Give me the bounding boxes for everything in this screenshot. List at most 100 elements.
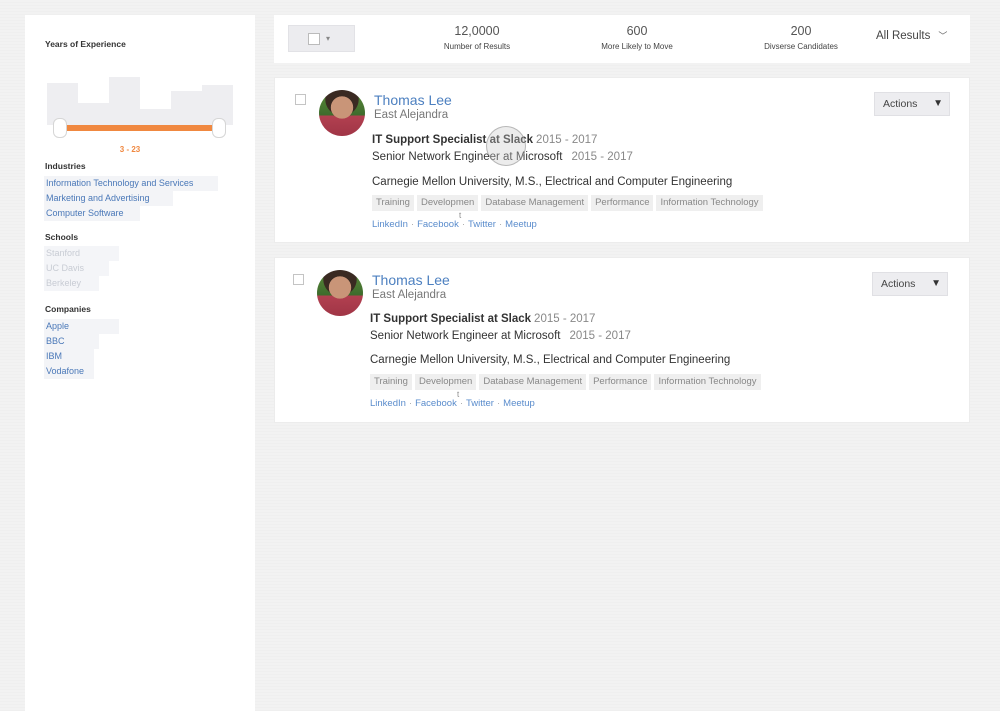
experience-title: Years of Experience xyxy=(45,39,126,49)
results-filter-label: All Results xyxy=(876,30,931,42)
link-facebook[interactable]: Facebook xyxy=(415,398,457,409)
link-twitter[interactable]: Twitter xyxy=(468,219,496,230)
candidate-card: Thomas Lee East Alejandra IT Support Spe… xyxy=(274,77,970,243)
candidate-checkbox[interactable] xyxy=(295,94,306,105)
link-linkedin[interactable]: LinkedIn xyxy=(370,398,406,409)
social-links: LinkedIn · Facebook · Twitter · Meetup xyxy=(370,398,535,409)
link-separator: · xyxy=(459,398,463,409)
companies-list: Apple BBC IBM Vodafone xyxy=(44,319,119,379)
filters-sidebar: Years of Experience 3 - 23 Industries In… xyxy=(25,15,255,711)
link-separator: · xyxy=(496,398,501,409)
skill-tag[interactable]: Developmen xyxy=(414,374,477,390)
avatar[interactable] xyxy=(317,270,363,316)
skill-tag[interactable]: Performance xyxy=(591,195,654,211)
company-item[interactable]: BBC xyxy=(44,334,99,349)
skill-tags: Training Developmen Database Management … xyxy=(370,374,761,390)
candidate-checkbox[interactable] xyxy=(293,274,304,285)
link-meetup[interactable]: Meetup xyxy=(505,219,537,230)
industry-item[interactable]: Marketing and Advertising xyxy=(44,191,173,206)
caret-down-icon: ▾ xyxy=(326,34,331,43)
link-twitter[interactable]: Twitter xyxy=(466,398,494,409)
job-entry: IT Support Specialist at Slack 2015 - 201… xyxy=(370,313,595,325)
school-item[interactable]: Berkeley xyxy=(44,276,99,291)
company-item[interactable]: Apple xyxy=(44,319,119,334)
social-links: LinkedIn · Facebook · Twitter · Meetup xyxy=(372,219,537,230)
stat-value: 200 xyxy=(790,24,812,38)
experience-slider-track[interactable] xyxy=(60,125,220,131)
link-facebook[interactable]: Facebook xyxy=(417,219,459,230)
chevron-down-icon: ﹀ xyxy=(938,31,948,41)
histogram-bar xyxy=(109,77,140,125)
skill-tag[interactable]: Information Technology xyxy=(656,195,763,211)
skill-tag[interactable]: Information Technology xyxy=(654,374,761,390)
slider-max-handle[interactable] xyxy=(212,118,226,138)
school-item[interactable]: UC Davis xyxy=(44,261,109,276)
candidate-education: Carnegie Mellon University, M.S., Electr… xyxy=(370,354,731,366)
candidate-name[interactable]: Thomas Lee xyxy=(374,92,452,108)
job-years: 2015 - 2017 xyxy=(571,151,633,163)
stat-diverse-candidates: 200 Divserse Candidates xyxy=(746,24,856,51)
histogram-bar xyxy=(140,109,171,125)
results-toolbar: ▾ 12,0000 Number of Results 600 More Lik… xyxy=(274,15,970,63)
actions-dropdown[interactable]: Actions ▼ xyxy=(874,92,950,116)
candidate-location: East Alejandra xyxy=(372,289,447,301)
actions-dropdown[interactable]: Actions ▼ xyxy=(872,272,948,296)
histogram-bar xyxy=(171,91,202,125)
histogram-bar xyxy=(78,103,109,125)
stat-label: More Likely to Move xyxy=(601,42,673,51)
skill-tag[interactable]: Training xyxy=(372,195,414,211)
school-item[interactable]: Stanford xyxy=(44,246,119,261)
job-years: 2015 - 2017 xyxy=(569,330,631,342)
job-title: IT Support Specialist at Slack xyxy=(370,313,532,325)
stat-value: 12,0000 xyxy=(454,24,500,38)
triangle-down-icon: ▼ xyxy=(931,278,941,289)
slider-min-handle[interactable] xyxy=(53,118,67,138)
company-item[interactable]: Vodafone xyxy=(44,364,94,379)
link-separator: · xyxy=(410,219,415,230)
link-separator: · xyxy=(498,219,503,230)
link-separator: · xyxy=(408,398,413,409)
industries-list: Information Technology and Services Mark… xyxy=(44,176,218,221)
experience-histogram xyxy=(47,67,233,125)
candidate-education: Carnegie Mellon University, M.S., Electr… xyxy=(372,176,733,188)
industry-item[interactable]: Information Technology and Services xyxy=(44,176,218,191)
select-all-dropdown[interactable]: ▾ xyxy=(288,25,355,52)
job-years: 2015 - 2017 xyxy=(536,134,598,146)
job-years: 2015 - 2017 xyxy=(534,313,596,325)
actions-label: Actions xyxy=(883,98,918,110)
skill-tags: Training Developmen Database Management … xyxy=(372,195,763,211)
candidate-name[interactable]: Thomas Lee xyxy=(372,272,450,288)
triangle-down-icon: ▼ xyxy=(933,98,943,109)
company-item[interactable]: IBM xyxy=(44,349,94,364)
companies-title: Companies xyxy=(45,304,91,314)
skill-tag[interactable]: Database Management xyxy=(479,374,587,390)
link-linkedin[interactable]: LinkedIn xyxy=(372,219,408,230)
link-separator: · xyxy=(461,219,465,230)
stat-number-of-results: 12,0000 Number of Results xyxy=(422,24,532,51)
stat-value: 600 xyxy=(626,24,648,38)
stat-more-likely-to-move: 600 More Likely to Move xyxy=(582,24,692,51)
industries-title: Industries xyxy=(45,161,86,171)
candidate-location: East Alejandra xyxy=(374,109,449,121)
stat-label: Number of Results xyxy=(443,42,511,51)
job-title: Senior Network Engineer at Microsoft xyxy=(372,151,563,163)
stat-label: Divserse Candidates xyxy=(764,42,838,51)
skill-tag[interactable]: Developmen xyxy=(416,195,479,211)
cursor-click-indicator xyxy=(486,126,526,166)
results-filter-dropdown[interactable]: All Results ﹀ xyxy=(876,29,947,42)
job-title: Senior Network Engineer at Microsoft xyxy=(370,330,561,342)
job-entry: IT Support Specialist at Slack 2015 - 201… xyxy=(372,134,597,146)
skill-tag[interactable]: Performance xyxy=(589,374,652,390)
experience-range-label: 3 - 23 xyxy=(119,145,141,154)
skill-tag[interactable]: Database Management xyxy=(481,195,589,211)
link-meetup[interactable]: Meetup xyxy=(503,398,535,409)
candidate-card: Thomas Lee East Alejandra IT Support Spe… xyxy=(274,257,970,423)
avatar[interactable] xyxy=(319,90,365,136)
skill-tag[interactable]: Training xyxy=(370,374,412,390)
select-all-checkbox[interactable] xyxy=(308,33,320,45)
job-entry: Senior Network Engineer at Microsoft 2015… xyxy=(370,330,631,342)
schools-title: Schools xyxy=(45,232,79,242)
actions-label: Actions xyxy=(881,278,916,290)
industry-item[interactable]: Computer Software xyxy=(44,206,140,221)
schools-list: Stanford UC Davis Berkeley xyxy=(44,246,119,291)
